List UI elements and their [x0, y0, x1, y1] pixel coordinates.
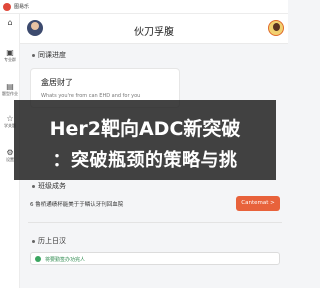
user-avatar[interactable]: [268, 20, 284, 36]
app-window: 图易乐 ⌂ ▣ 专业群 ▤ 题型作业 ☆ 学关题 ⚙ 设置 伙刀孚腹 同课进度: [0, 0, 288, 288]
title-banner-overlay: Her2靶向ADC新突破 ：突破瓶颈的策略与挑: [14, 100, 276, 180]
pill-text: 将要勤签办功完人: [45, 257, 86, 263]
card-title: 盒居财了: [41, 78, 73, 87]
check-icon: [35, 256, 41, 262]
cancel-button[interactable]: Cantemat >: [236, 196, 280, 211]
rail-item-home[interactable]: ⌂: [0, 18, 20, 27]
home-icon: ⌂: [7, 18, 13, 27]
bullet-icon: [32, 239, 35, 243]
app-name: 图易乐: [14, 4, 30, 10]
app-logo-icon: [3, 2, 11, 11]
rail-label: 专业群: [4, 57, 16, 62]
groups-icon: ▣: [6, 48, 14, 57]
section-label: 历上日汉: [38, 237, 66, 245]
bullet-icon: [32, 53, 35, 57]
task-row-text: 6 鲁桥通绩杯能美于于鳞认牙刊回血院: [30, 202, 124, 208]
header: 伙刀孚腹: [20, 14, 288, 44]
rail-label: 题型作业: [2, 91, 18, 96]
rail-item-groups[interactable]: ▣ 专业群: [0, 48, 20, 62]
divider: [28, 222, 282, 223]
card-subtitle: Whats you're from can EHD and for you: [41, 93, 141, 99]
rail-item-assignments[interactable]: ▤ 题型作业: [0, 82, 20, 96]
section-heading-progress: 同课进度: [32, 50, 66, 60]
section-heading-calendar: 历上日汉: [32, 236, 66, 246]
title-bar: 图易乐: [0, 0, 288, 14]
assignments-icon: ▤: [6, 82, 14, 91]
section-label: 班级成务: [38, 182, 66, 190]
banner-title-line1: Her2靶向ADC新突破: [49, 118, 241, 140]
bullet-icon: [32, 184, 35, 188]
page-title: 伙刀孚腹: [134, 27, 174, 38]
banner-title-line2: ：突破瓶颈的策略与挑: [52, 150, 238, 171]
section-label: 同课进度: [38, 51, 66, 59]
status-pill[interactable]: 将要勤签办功完人: [30, 252, 280, 265]
section-heading-tasks: 班级成务: [32, 181, 66, 191]
